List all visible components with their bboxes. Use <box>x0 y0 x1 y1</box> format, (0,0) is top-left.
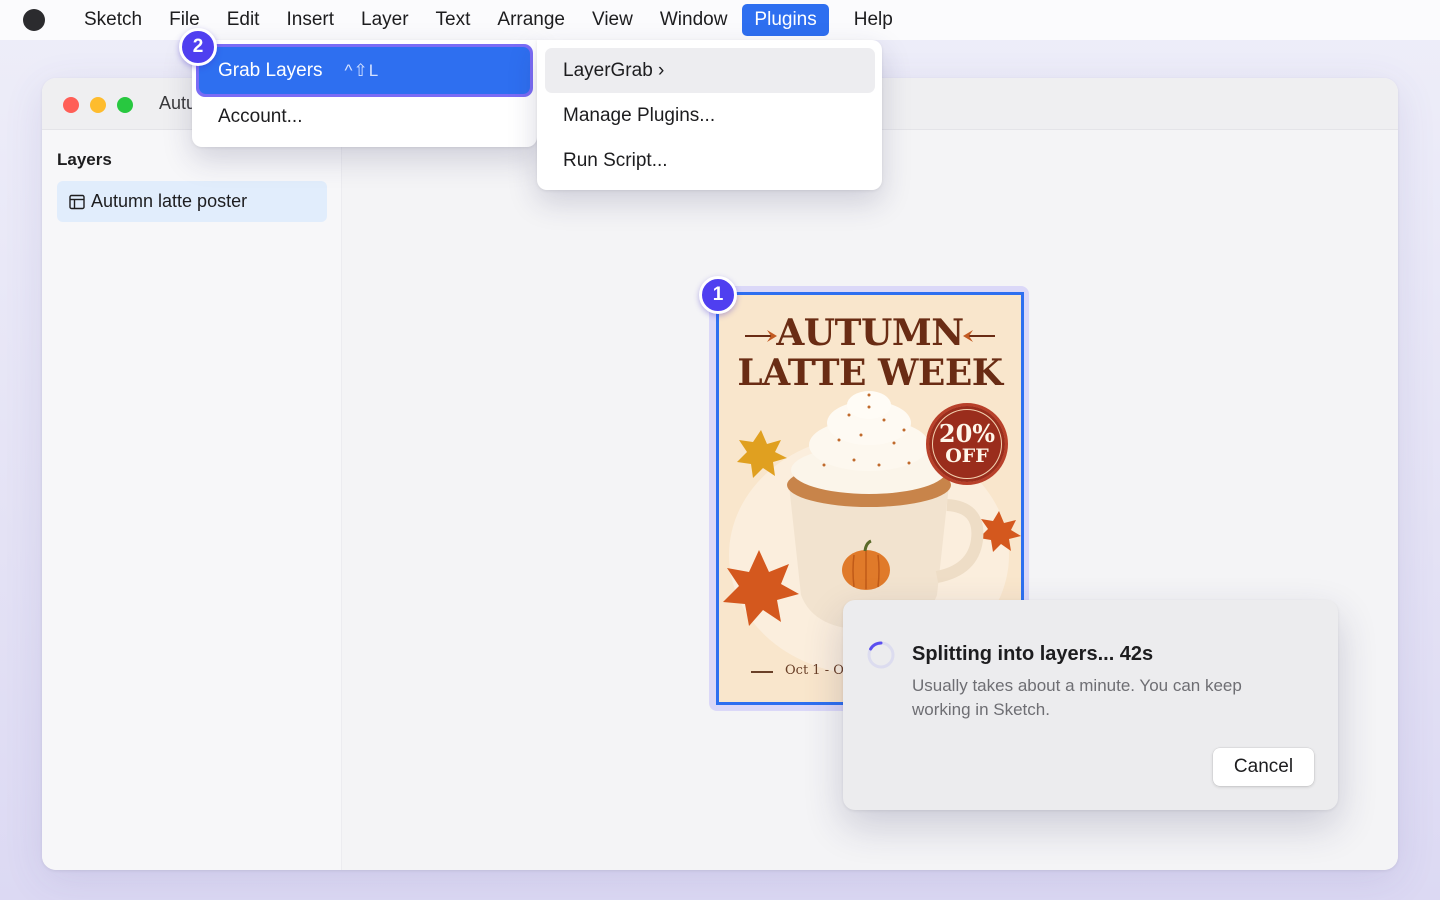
step-2-badge: 2 <box>179 28 217 66</box>
grab-layers-label: Grab Layers <box>218 59 323 81</box>
menu-insert[interactable]: Insert <box>274 4 346 36</box>
menu-plugins[interactable]: Plugins <box>742 4 829 36</box>
menu-bar: Sketch File Edit Insert Layer Text Arran… <box>0 0 1440 40</box>
layer-row-autumn-latte-poster[interactable]: Autumn latte poster <box>57 181 327 222</box>
menu-app-sketch[interactable]: Sketch <box>72 4 154 36</box>
artboard-icon <box>69 194 85 210</box>
poster-title-line2: LATTE WEEK <box>737 352 1003 394</box>
layers-sidebar: Layers Autumn latte poster <box>42 130 342 870</box>
apple-menu-icon[interactable] <box>23 9 45 31</box>
menu-edit[interactable]: Edit <box>215 4 272 36</box>
layergrab-menu-item[interactable]: LayerGrab › <box>545 48 875 93</box>
menu-window[interactable]: Window <box>648 4 740 36</box>
menu-view[interactable]: View <box>580 4 645 36</box>
menu-text[interactable]: Text <box>424 4 483 36</box>
loading-spinner-icon <box>867 641 895 669</box>
layers-heading: Layers <box>57 150 112 169</box>
step-1-badge: 1 <box>699 276 737 314</box>
close-window-button[interactable] <box>63 97 79 113</box>
menu-arrange[interactable]: Arrange <box>485 4 577 36</box>
dialog-title: Splitting into layers... 42s <box>912 643 1154 665</box>
dialog-message: Usually takes about a minute. You can ke… <box>912 676 1242 719</box>
menu-help[interactable]: Help <box>842 4 905 36</box>
minimize-window-button[interactable] <box>90 97 106 113</box>
menu-layer[interactable]: Layer <box>349 4 421 36</box>
manage-plugins-menu-item[interactable]: Manage Plugins... <box>545 93 875 138</box>
badge-off: OFF <box>945 445 989 467</box>
discount-badge: 20% OFF <box>926 403 1008 485</box>
plugins-menu: Grab Layers ^⇧L Account... <box>192 40 537 147</box>
grab-layers-highlight: Grab Layers ^⇧L <box>199 47 530 94</box>
date-divider <box>751 671 773 673</box>
splitting-progress-dialog: Splitting into layers... 42s Usually tak… <box>843 600 1338 810</box>
grab-layers-menu-item[interactable]: Grab Layers ^⇧L <box>196 44 533 97</box>
cancel-button[interactable]: Cancel <box>1213 748 1314 786</box>
zoom-window-button[interactable] <box>117 97 133 113</box>
run-script-menu-item[interactable]: Run Script... <box>545 138 875 183</box>
document-title: Autu <box>159 93 197 113</box>
account-menu-item[interactable]: Account... <box>218 106 303 128</box>
badge-percent: 20% <box>938 419 996 448</box>
poster-title-line1: AUTUMN <box>776 312 964 354</box>
poster-title: AUTUMN LATTE WEEK <box>719 313 1021 393</box>
plugins-submenu: LayerGrab › Manage Plugins... Run Script… <box>537 40 882 190</box>
grab-layers-shortcut: ^⇧L <box>344 60 380 80</box>
layer-label: Autumn latte poster <box>91 191 248 211</box>
